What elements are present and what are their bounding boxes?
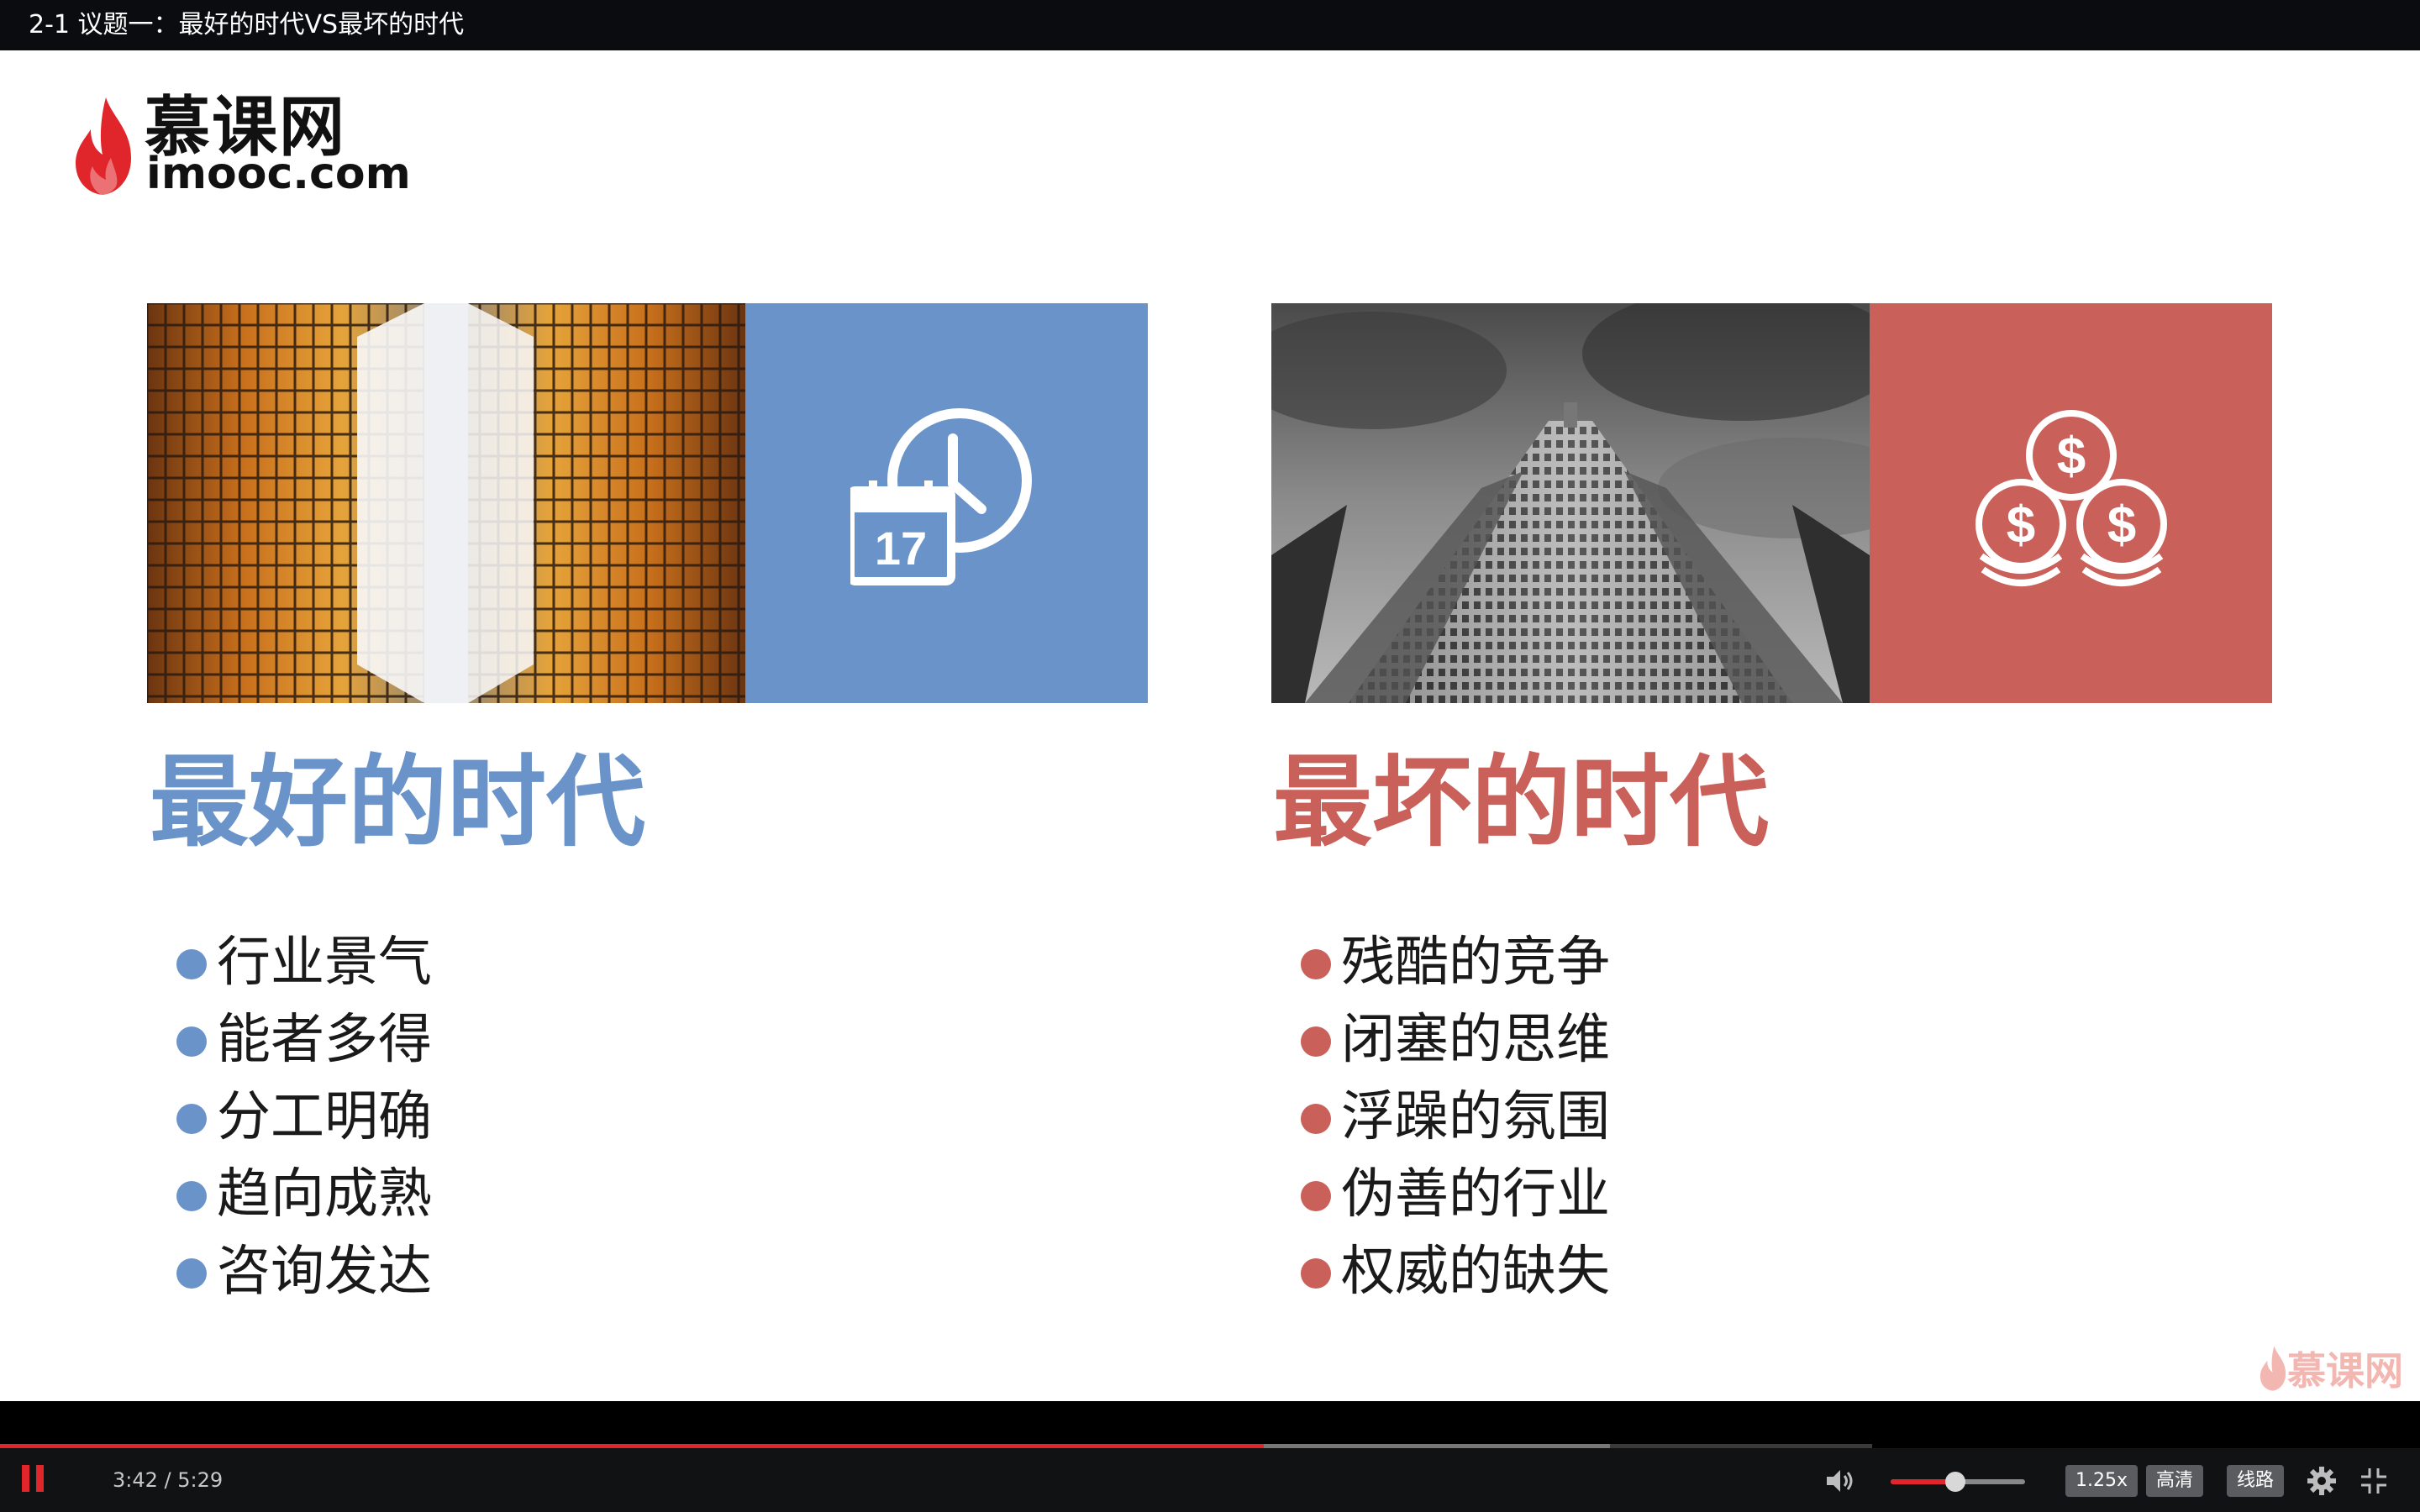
list-item: 闭塞的思维 — [1301, 1001, 1610, 1079]
video-title: 2-1 议题一：最好的时代VS最坏的时代 — [29, 10, 465, 39]
worst-era-list: 残酷的竞争 闭塞的思维 浮躁的氛围 伪善的行业 权威的缺失 — [1301, 924, 1610, 1310]
bullet-dot-icon — [176, 949, 207, 979]
video-player-controls: 3:42 / 5:29 1.25x 高清 线路 — [0, 1401, 2420, 1512]
bullet-dot-icon — [176, 1104, 207, 1134]
worst-era-heading: 最坏的时代 — [1273, 744, 1770, 860]
list-item: 浮躁的氛围 — [1301, 1079, 1610, 1156]
watermark-text: 慕课网 — [2287, 1348, 2403, 1394]
bullet-dot-icon — [1301, 1258, 1331, 1289]
worst-era-card: $ $ $ — [1271, 303, 2272, 703]
pause-icon — [36, 1465, 44, 1492]
bullet-dot-icon — [176, 1258, 207, 1289]
bullet-dot-icon — [176, 1026, 207, 1057]
bullet-dot-icon — [176, 1181, 207, 1211]
coin-symbol: $ — [2056, 428, 2085, 486]
playback-speed-button[interactable]: 1.25x — [2065, 1465, 2139, 1497]
logo-text-en: imooc.com — [146, 149, 411, 199]
bullet-dot-icon — [1301, 1181, 1331, 1211]
bullet-dot-icon — [1301, 1104, 1331, 1134]
pause-button[interactable] — [22, 1465, 45, 1492]
list-item: 残酷的竞争 — [1301, 924, 1610, 1001]
calendar-day: 17 — [874, 522, 926, 575]
list-item: 分工明确 — [176, 1079, 432, 1156]
window-title-bar: 2-1 议题一：最好的时代VS最坏的时代 — [0, 0, 2420, 50]
list-item: 行业景气 — [176, 924, 432, 1001]
coins-icon: $ $ $ — [1975, 410, 2167, 586]
pause-icon — [22, 1465, 29, 1492]
control-bar: 3:42 / 5:29 1.25x 高清 线路 — [0, 1448, 2420, 1512]
list-item: 能者多得 — [176, 1001, 432, 1079]
list-item: 伪善的行业 — [1301, 1156, 1610, 1233]
bullet-dot-icon — [1301, 949, 1331, 979]
volume-slider[interactable] — [1891, 1472, 2025, 1492]
exit-fullscreen-icon[interactable] — [2360, 1467, 2388, 1495]
list-item: 权威的缺失 — [1301, 1233, 1610, 1310]
gear-icon[interactable] — [2307, 1467, 2336, 1495]
imooc-watermark: 慕课网 — [2259, 1341, 2403, 1396]
skyscraper-photo — [1271, 303, 1870, 703]
quality-button[interactable]: 高清 — [2146, 1465, 2204, 1497]
volume-knob[interactable] — [1944, 1472, 1965, 1492]
bullet-dot-icon — [1301, 1026, 1331, 1057]
coin-symbol: $ — [2006, 496, 2034, 554]
route-button[interactable]: 线路 — [2227, 1465, 2285, 1497]
video-slide[interactable]: 慕课网 imooc.com 17 最好的时代 行业景气 能者多得 分工明确 趋向… — [0, 50, 2420, 1401]
flame-icon — [76, 97, 131, 195]
calendar-clock-icon: 17 — [850, 408, 1032, 585]
volume-icon[interactable] — [1825, 1467, 1855, 1495]
glass-buildings-photo — [147, 303, 745, 703]
imooc-logo: 慕课网 imooc.com — [72, 91, 411, 200]
flame-icon — [2260, 1346, 2286, 1391]
best-era-heading: 最好的时代 — [150, 744, 646, 860]
list-item: 趋向成熟 — [176, 1156, 432, 1233]
best-era-card: 17 — [147, 303, 1148, 703]
coins-icon-panel: $ $ $ — [1870, 303, 2272, 703]
time-display: 3:42 / 5:29 — [113, 1468, 224, 1492]
list-item: 咨询发达 — [176, 1233, 432, 1310]
best-era-list: 行业景气 能者多得 分工明确 趋向成熟 咨询发达 — [176, 924, 432, 1310]
clock-icon-panel: 17 — [745, 303, 1148, 703]
coin-symbol: $ — [2107, 496, 2135, 554]
